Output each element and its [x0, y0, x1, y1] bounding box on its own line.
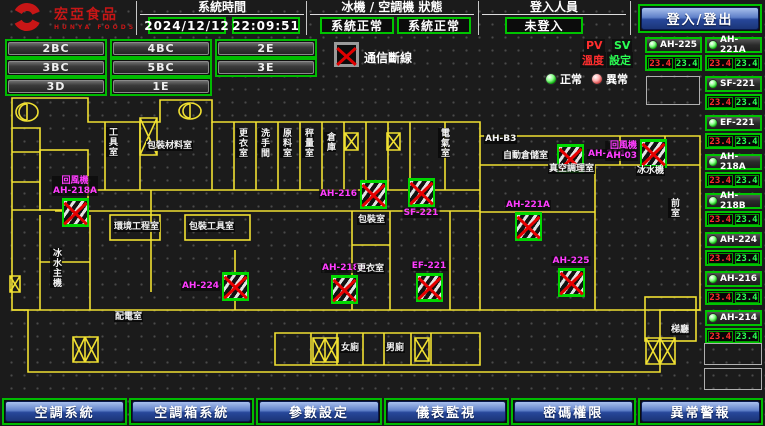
floorplan-walls [0, 0, 765, 426]
equipment-label-ah-225: AH-225 [551, 256, 590, 266]
nav-button-frame: 密碼權限 [511, 398, 636, 425]
equipment-label-sf-221: SF-221 [403, 208, 440, 218]
equipment-label-ah-221a: AH-221A [505, 200, 551, 210]
room-label: 自動倉儲室 [502, 151, 549, 161]
equipment-label-ah-03: 回風機 AH-03 [605, 141, 638, 161]
room-label: 男廁 [385, 343, 405, 353]
room-label: 包裝室 [357, 215, 386, 225]
nav-button-3[interactable]: 儀表監視 [387, 401, 506, 422]
equipment-icon-ah-218b[interactable] [331, 275, 358, 304]
nav-button-frame: 空調系統 [2, 398, 127, 425]
room-label: 倉庫 [324, 132, 336, 152]
nav-button-5[interactable]: 異常警報 [641, 401, 760, 422]
room-label: 梯廳 [670, 325, 690, 335]
room-label: 電氣室 [438, 128, 450, 158]
equipment-label-ef-221: EF-221 [411, 261, 448, 271]
room-label: 配電室 [114, 312, 143, 322]
equipment-label-ah-216: AH-216 [319, 189, 358, 199]
bottom-nav: 空調系統空調箱系統參數設定儀表監視密碼權限異常警報 [2, 398, 763, 425]
room-label: 工具室 [106, 127, 118, 157]
equipment-icon-ah-224[interactable] [222, 272, 249, 301]
equipment-label-ah-218a: 回風機 AH-218A [52, 176, 98, 196]
equipment-icon-ah-221a[interactable] [515, 212, 542, 241]
nav-button-2[interactable]: 參數設定 [259, 401, 378, 422]
nav-button-frame: 參數設定 [256, 398, 381, 425]
room-label: AH-B3 [484, 134, 517, 144]
room-label: 包裝材料室 [146, 141, 193, 151]
nav-button-frame: 儀表監視 [384, 398, 509, 425]
room-label: 原料室 [280, 128, 292, 158]
nav-button-1[interactable]: 空調箱系統 [132, 401, 251, 422]
nav-button-0[interactable]: 空調系統 [5, 401, 124, 422]
room-label: 女廁 [340, 343, 360, 353]
nav-button-4[interactable]: 密碼權限 [514, 401, 633, 422]
room-label: 更衣室 [356, 264, 385, 274]
room-label: 包裝工具室 [188, 222, 235, 232]
room-label: 冰水機 [636, 166, 665, 176]
equipment-icon-sf-221[interactable] [408, 178, 435, 207]
equipment-label-ah-224: AH-224 [181, 281, 220, 291]
equipment-icon-ef-221[interactable] [416, 273, 443, 302]
room-label: 洗手間 [258, 128, 270, 158]
equipment-icon-ah-216[interactable] [360, 180, 387, 209]
room-label: 冰水主機 [50, 248, 62, 288]
nav-button-frame: 異常警報 [638, 398, 763, 425]
room-label: 秤量室 [302, 128, 314, 158]
room-label: 環境工程室 [113, 222, 160, 232]
hmi-screen: 宏亞食品 HUNYA FOODS 系統時間 2024/12/12 22:09:5… [0, 0, 765, 426]
equipment-icon-ah-218a[interactable] [62, 198, 89, 227]
room-label: 真空調理室 [548, 164, 595, 174]
room-label: 更衣室 [236, 128, 248, 158]
nav-button-frame: 空調箱系統 [129, 398, 254, 425]
equipment-icon-ah-225[interactable] [558, 268, 585, 297]
equipment-icon-ah-03[interactable] [640, 139, 667, 168]
room-label: 前室 [668, 198, 680, 218]
